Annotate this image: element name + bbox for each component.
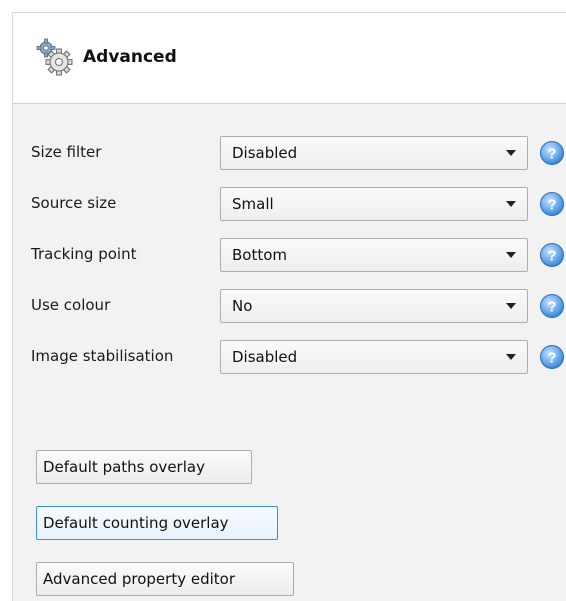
svg-text:?: ?: [547, 146, 556, 163]
tracking-point-label: Tracking point: [31, 245, 137, 263]
setting-row-source-size: Source size Small ?: [13, 187, 566, 221]
advanced-property-editor-button[interactable]: Advanced property editor: [36, 562, 294, 596]
size-filter-value: Disabled: [232, 144, 298, 162]
svg-text:?: ?: [547, 197, 556, 214]
help-icon[interactable]: ?: [539, 344, 565, 370]
gear-icon: [35, 37, 75, 77]
chevron-down-icon: [506, 201, 516, 207]
setting-row-image-stabilisation: Image stabilisation Disabled ?: [13, 340, 566, 374]
image-stabilisation-dropdown[interactable]: Disabled: [220, 340, 528, 374]
setting-row-use-colour: Use colour No ?: [13, 289, 566, 323]
tracking-point-value: Bottom: [232, 246, 288, 264]
use-colour-label: Use colour: [31, 296, 111, 314]
help-icon[interactable]: ?: [539, 293, 565, 319]
advanced-header: Advanced: [12, 12, 566, 104]
setting-row-size-filter: Size filter Disabled ?: [13, 136, 566, 170]
setting-row-tracking-point: Tracking point Bottom ?: [13, 238, 566, 272]
tracking-point-dropdown[interactable]: Bottom: [220, 238, 528, 272]
size-filter-label: Size filter: [31, 143, 102, 161]
help-icon[interactable]: ?: [539, 242, 565, 268]
advanced-settings-page: Advanced Size filter Disabled ? Source s…: [0, 0, 566, 601]
settings-panel: Size filter Disabled ? Source size Small…: [12, 104, 566, 601]
source-size-dropdown[interactable]: Small: [220, 187, 528, 221]
image-stabilisation-label: Image stabilisation: [31, 347, 174, 365]
source-size-value: Small: [232, 195, 274, 213]
chevron-down-icon: [506, 354, 516, 360]
svg-text:?: ?: [547, 299, 556, 316]
use-colour-value: No: [232, 297, 253, 315]
svg-text:?: ?: [547, 248, 556, 265]
source-size-label: Source size: [31, 194, 117, 212]
chevron-down-icon: [506, 252, 516, 258]
image-stabilisation-value: Disabled: [232, 348, 298, 366]
header-content: Advanced: [35, 37, 177, 77]
svg-text:?: ?: [547, 350, 556, 367]
default-paths-overlay-button[interactable]: Default paths overlay: [36, 450, 252, 484]
size-filter-dropdown[interactable]: Disabled: [220, 136, 528, 170]
use-colour-dropdown[interactable]: No: [220, 289, 528, 323]
help-icon[interactable]: ?: [539, 191, 565, 217]
default-counting-overlay-button[interactable]: Default counting overlay: [36, 506, 278, 540]
panel-title: Advanced: [83, 47, 177, 67]
chevron-down-icon: [506, 303, 516, 309]
chevron-down-icon: [506, 150, 516, 156]
help-icon[interactable]: ?: [539, 140, 565, 166]
